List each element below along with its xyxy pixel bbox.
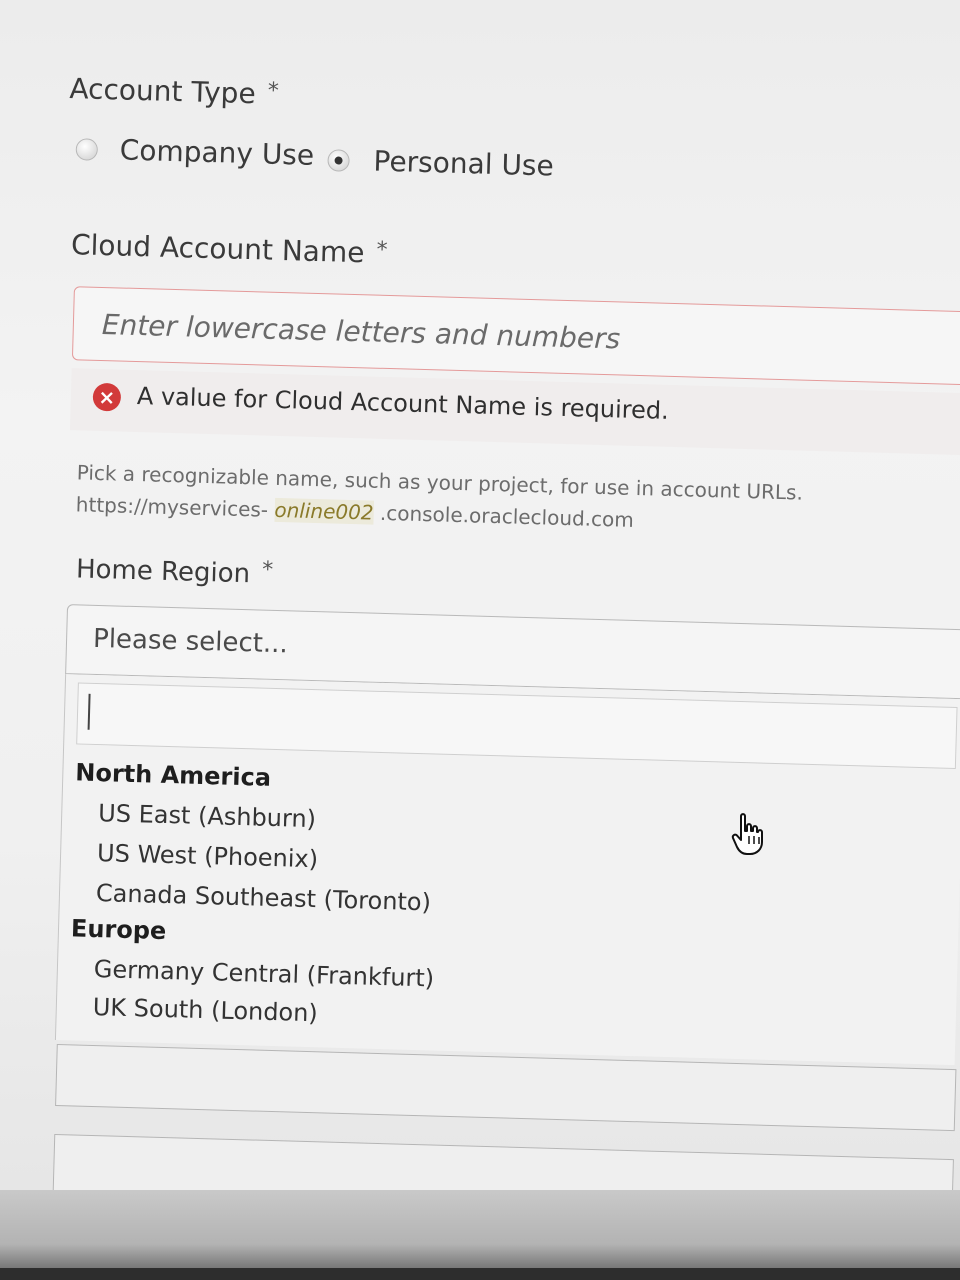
region-option-us-west-phoenix[interactable]: US West (Phoenix)	[97, 839, 319, 873]
region-group-europe: Europe	[70, 914, 167, 946]
home-region-label: Home Region *	[76, 552, 274, 589]
monitor-bezel	[0, 1190, 960, 1280]
error-message: A value for Cloud Account Name is requir…	[136, 382, 670, 425]
cloud-account-name-placeholder: Enter lowercase letters and numbers	[101, 307, 621, 356]
url-suffix: .console.oraclecloud.com	[379, 500, 635, 532]
account-url-example: https://myservices- online002 .console.o…	[76, 492, 635, 532]
cloud-account-name-label: Cloud Account Name *	[71, 228, 388, 270]
url-prefix: https://myservices-	[75, 492, 269, 522]
cloud-account-name-label-text: Cloud Account Name	[70, 228, 365, 270]
region-option-us-east-ashburn[interactable]: US East (Ashburn)	[98, 799, 317, 833]
form-content: Account Type * Company Use Personal Use C…	[52, 70, 960, 1222]
radio-personal-use-label[interactable]: Personal Use	[373, 145, 554, 183]
account-type-label: Account Type *	[69, 72, 279, 111]
radio-personal-use[interactable]	[327, 149, 350, 172]
account-type-radio-group: Company Use Personal Use	[75, 133, 776, 198]
region-option-germany-central-frankfurt[interactable]: Germany Central (Frankfurt)	[94, 955, 435, 992]
required-mark: *	[267, 78, 280, 104]
url-example-name: online002	[274, 497, 374, 525]
region-option-uk-south-london[interactable]: UK South (London)	[92, 993, 318, 1027]
required-mark: *	[261, 557, 274, 583]
required-mark: *	[376, 237, 388, 263]
text-caret	[87, 693, 91, 730]
monitor-edge	[0, 1268, 960, 1280]
home-region-placeholder: Please select...	[92, 623, 289, 660]
region-group-north-america: North America	[74, 758, 272, 792]
account-type-label-text: Account Type	[69, 71, 257, 111]
home-region-label-text: Home Region	[75, 554, 251, 590]
error-x-icon: ×	[92, 382, 122, 412]
signup-form-page: Account Type * Company Use Personal Use C…	[0, 0, 960, 1222]
region-option-canada-southeast-toronto[interactable]: Canada Southeast (Toronto)	[96, 879, 432, 916]
home-region-search-input[interactable]	[76, 682, 958, 770]
screen: Account Type * Company Use Personal Use C…	[0, 0, 960, 1280]
radio-company-use[interactable]	[75, 138, 99, 161]
cloud-account-name-input[interactable]: Enter lowercase letters and numbers	[71, 286, 960, 386]
hand-pointer-icon	[731, 813, 763, 855]
radio-company-use-label[interactable]: Company Use	[119, 133, 314, 171]
home-region-dropdown: North America US East (Ashburn) US West …	[54, 674, 960, 1066]
